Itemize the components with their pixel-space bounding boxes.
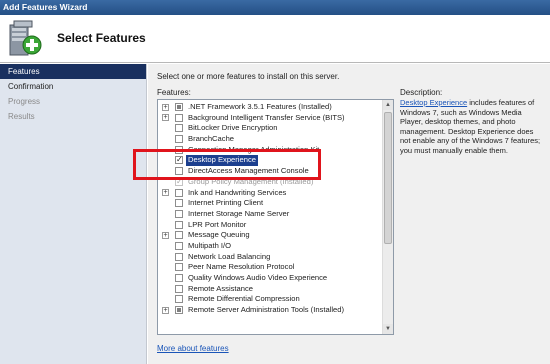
feature-checkbox[interactable]	[175, 241, 183, 250]
features-scrollbar[interactable]: ▲ ▼	[382, 100, 393, 334]
feature-checkbox[interactable]	[175, 295, 183, 304]
wizard-header: Select Features	[0, 15, 550, 63]
wizard-nav: Features Confirmation Progress Results	[0, 64, 147, 364]
feature-checkbox[interactable]	[175, 124, 183, 133]
feature-row[interactable]: Network Load Balancing	[158, 252, 383, 263]
feature-label[interactable]: BitLocker Drive Encryption	[188, 123, 277, 134]
feature-label[interactable]: Multipath I/O	[188, 241, 231, 252]
feature-label[interactable]: Internet Storage Name Server	[188, 209, 289, 220]
nav-item-progress: Progress	[8, 97, 41, 106]
feature-label[interactable]: LPR Port Monitor	[188, 220, 246, 231]
feature-checkbox[interactable]	[175, 113, 183, 122]
expand-plus-icon[interactable]: +	[162, 114, 169, 122]
feature-label[interactable]: Remote Assistance	[188, 284, 253, 295]
feature-row[interactable]: Peer Name Resolution Protocol	[158, 262, 383, 273]
features-list-items: + .NET Framework 3.5.1 Features (Installe…	[158, 102, 383, 316]
feature-row[interactable]: Internet Storage Name Server	[158, 209, 383, 220]
feature-label[interactable]: .NET Framework 3.5.1 Features (Installed…	[188, 102, 332, 113]
feature-row[interactable]: + Background Intelligent Transfer Service…	[158, 113, 383, 124]
scroll-down-arrow-icon[interactable]: ▼	[383, 324, 393, 334]
feature-checkbox[interactable]	[175, 263, 183, 272]
server-add-icon	[9, 20, 42, 56]
feature-row[interactable]: Remote Differential Compression	[158, 294, 383, 305]
feature-row[interactable]: + Ink and Handwriting Services	[158, 188, 383, 199]
expand-plus-icon[interactable]: +	[162, 231, 169, 239]
feature-checkbox[interactable]	[175, 274, 183, 282]
window-titlebar[interactable]: Add Features Wizard	[0, 0, 550, 15]
intro-text: Select one or more features to install o…	[157, 72, 340, 81]
feature-row[interactable]: + Remote Server Administration Tools (Ins…	[158, 305, 383, 316]
feature-row[interactable]: Internet Printing Client	[158, 198, 383, 209]
feature-checkbox[interactable]	[175, 135, 183, 144]
nav-item-confirmation[interactable]: Confirmation	[0, 79, 146, 94]
feature-checkbox[interactable]	[175, 231, 183, 240]
feature-row[interactable]: BranchCache	[158, 134, 383, 145]
feature-row[interactable]: + Message Queuing	[158, 230, 383, 241]
feature-label[interactable]: Quality Windows Audio Video Experience	[188, 273, 327, 284]
feature-row[interactable]: LPR Port Monitor	[158, 220, 383, 231]
nav-item-results: Results	[8, 112, 35, 121]
feature-row[interactable]: Quality Windows Audio Video Experience	[158, 273, 383, 284]
nav-item-features[interactable]: Features	[0, 64, 146, 79]
description-feature-link[interactable]: Desktop Experience	[400, 98, 467, 107]
scroll-thumb[interactable]	[384, 112, 392, 244]
feature-row[interactable]: BitLocker Drive Encryption	[158, 123, 383, 134]
feature-checkbox[interactable]	[175, 209, 183, 218]
window-title: Add Features Wizard	[3, 2, 88, 12]
feature-label[interactable]: Ink and Handwriting Services	[188, 188, 286, 199]
feature-label[interactable]: Background Intelligent Transfer Service …	[188, 113, 345, 124]
feature-label[interactable]: Message Queuing	[188, 230, 250, 241]
feature-checkbox[interactable]	[175, 220, 183, 229]
description-label: Description:	[400, 88, 443, 97]
feature-row[interactable]: Remote Assistance	[158, 284, 383, 295]
feature-checkbox[interactable]	[175, 199, 183, 208]
features-list[interactable]: + .NET Framework 3.5.1 Features (Installe…	[157, 99, 394, 335]
highlight-annotation-box	[133, 149, 321, 180]
features-label: Features:	[157, 88, 191, 97]
feature-label[interactable]: Remote Server Administration Tools (Inst…	[188, 305, 344, 316]
expand-plus-icon[interactable]: +	[162, 103, 169, 111]
feature-row[interactable]: + .NET Framework 3.5.1 Features (Installe…	[158, 102, 383, 113]
main-panel: Select one or more features to install o…	[148, 64, 550, 364]
feature-label[interactable]: Network Load Balancing	[188, 252, 270, 263]
feature-checkbox[interactable]	[175, 306, 183, 315]
feature-checkbox[interactable]	[175, 252, 183, 261]
scroll-up-arrow-icon[interactable]: ▲	[383, 100, 393, 110]
feature-row[interactable]: Multipath I/O	[158, 241, 383, 252]
page-title: Select Features	[57, 31, 146, 45]
feature-label[interactable]: Peer Name Resolution Protocol	[188, 262, 294, 273]
feature-label[interactable]: Internet Printing Client	[188, 198, 263, 209]
feature-checkbox[interactable]	[175, 188, 183, 197]
feature-checkbox[interactable]	[175, 284, 183, 293]
more-about-features-link[interactable]: More about features	[157, 344, 229, 353]
feature-label[interactable]: BranchCache	[188, 134, 234, 145]
expand-plus-icon[interactable]: +	[162, 306, 169, 314]
description-text: Desktop Experience includes features of …	[400, 98, 545, 156]
feature-checkbox[interactable]	[175, 103, 183, 111]
feature-label[interactable]: Remote Differential Compression	[188, 294, 300, 305]
expand-plus-icon[interactable]: +	[162, 189, 169, 196]
